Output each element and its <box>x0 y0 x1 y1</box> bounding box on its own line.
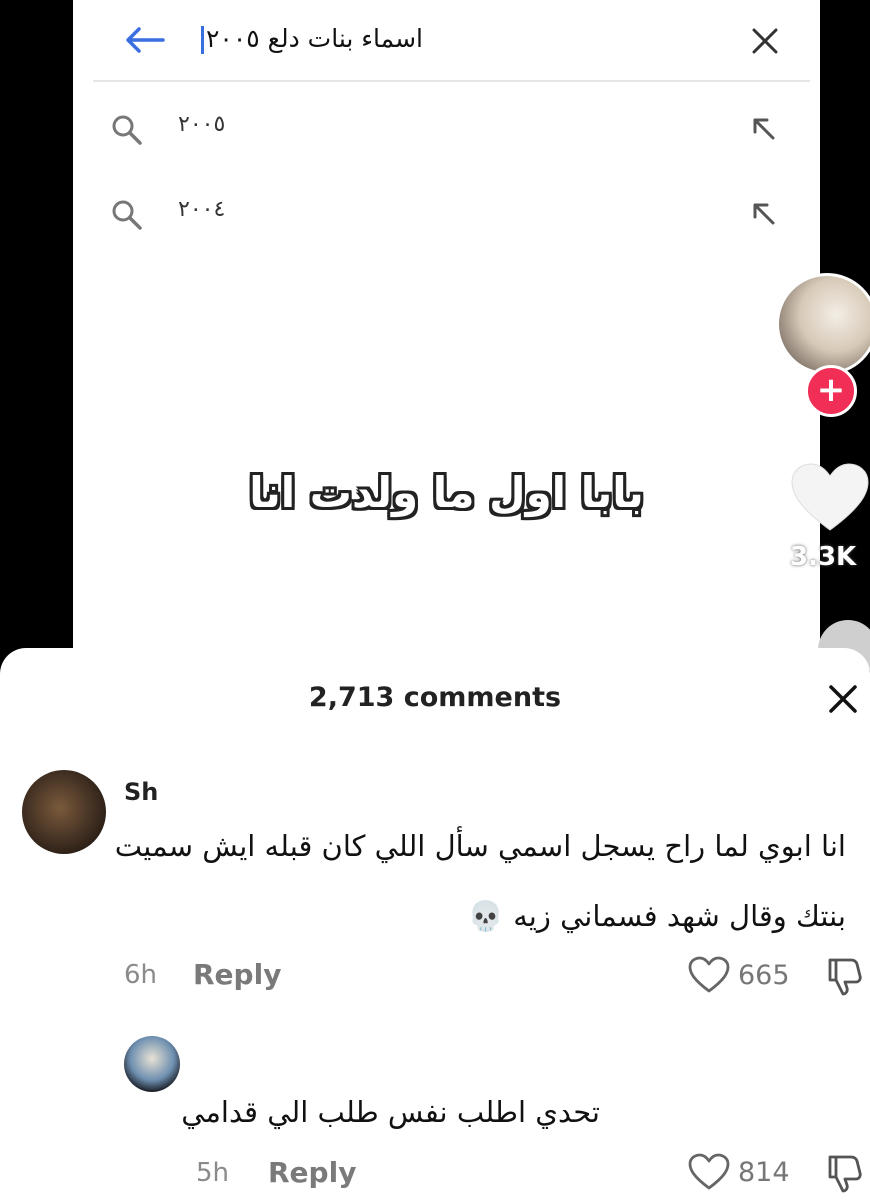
comment-text-line: بنتك وقال شهد فسماني زيه 💀 <box>467 899 846 933</box>
comment-timestamp: 6h <box>124 960 158 990</box>
comment-timestamp: 5h <box>196 1158 230 1188</box>
search-input[interactable]: اسماء بنات دلع ٢٠٠٥ <box>193 24 423 54</box>
comments-panel: 2,713 comments Sh انا ابوي لما راح يسجل … <box>0 648 870 1200</box>
comment-like-icon[interactable] <box>688 1153 730 1191</box>
comment-text-line: انا ابوي لما راح يسجل اسمي سأل اللي كان … <box>114 829 846 863</box>
search-suggestion[interactable]: ٢٠٠٥ <box>73 100 820 160</box>
comments-count: 2,713 comments <box>308 682 562 713</box>
search-suggestion[interactable]: ٢٠٠٤ <box>73 185 820 245</box>
fill-suggestion-arrow-icon[interactable] <box>749 114 779 144</box>
comment-text-line: تحدي اطلب نفس طلب الي قدامي <box>181 1095 600 1129</box>
reply-button[interactable]: Reply <box>193 958 281 991</box>
back-arrow-icon[interactable] <box>125 26 165 54</box>
fill-suggestion-arrow-icon[interactable] <box>749 199 779 229</box>
suggestion-text: ٢٠٠٤ <box>178 197 226 222</box>
dislike-icon[interactable] <box>826 1153 864 1195</box>
comment-like-icon[interactable] <box>688 956 730 994</box>
video-frame[interactable]: اسماء بنات دلع ٢٠٠٥ ٢٠٠٥ ٢٠٠٤ بابا اول م… <box>73 0 820 660</box>
video-caption-overlay: بابا اول ما ولدت انا <box>249 468 644 517</box>
close-icon[interactable] <box>826 682 860 716</box>
clear-search-icon[interactable] <box>750 26 780 56</box>
user-avatar[interactable] <box>124 1036 180 1092</box>
comment-item: تحدي اطلب نفس طلب الي قدامي 5h Reply 814 <box>0 1036 870 1196</box>
comment-username[interactable]: Sh <box>124 778 158 806</box>
comment-item: Sh انا ابوي لما راح يسجل اسمي سأل اللي ك… <box>0 766 870 1006</box>
search-bar[interactable]: اسماء بنات دلع ٢٠٠٥ <box>93 10 810 82</box>
like-count: 3.3K <box>790 542 857 572</box>
follow-button[interactable]: + <box>805 365 857 417</box>
creator-avatar[interactable] <box>776 273 870 375</box>
suggestion-text: ٢٠٠٥ <box>178 112 226 137</box>
search-icon <box>112 115 142 145</box>
dislike-icon[interactable] <box>826 956 864 998</box>
search-icon <box>112 200 142 230</box>
user-avatar[interactable] <box>22 770 106 854</box>
comment-like-count: 665 <box>738 960 790 991</box>
comment-like-count: 814 <box>738 1157 790 1188</box>
reply-button[interactable]: Reply <box>268 1156 356 1189</box>
like-heart-icon[interactable] <box>790 462 870 534</box>
